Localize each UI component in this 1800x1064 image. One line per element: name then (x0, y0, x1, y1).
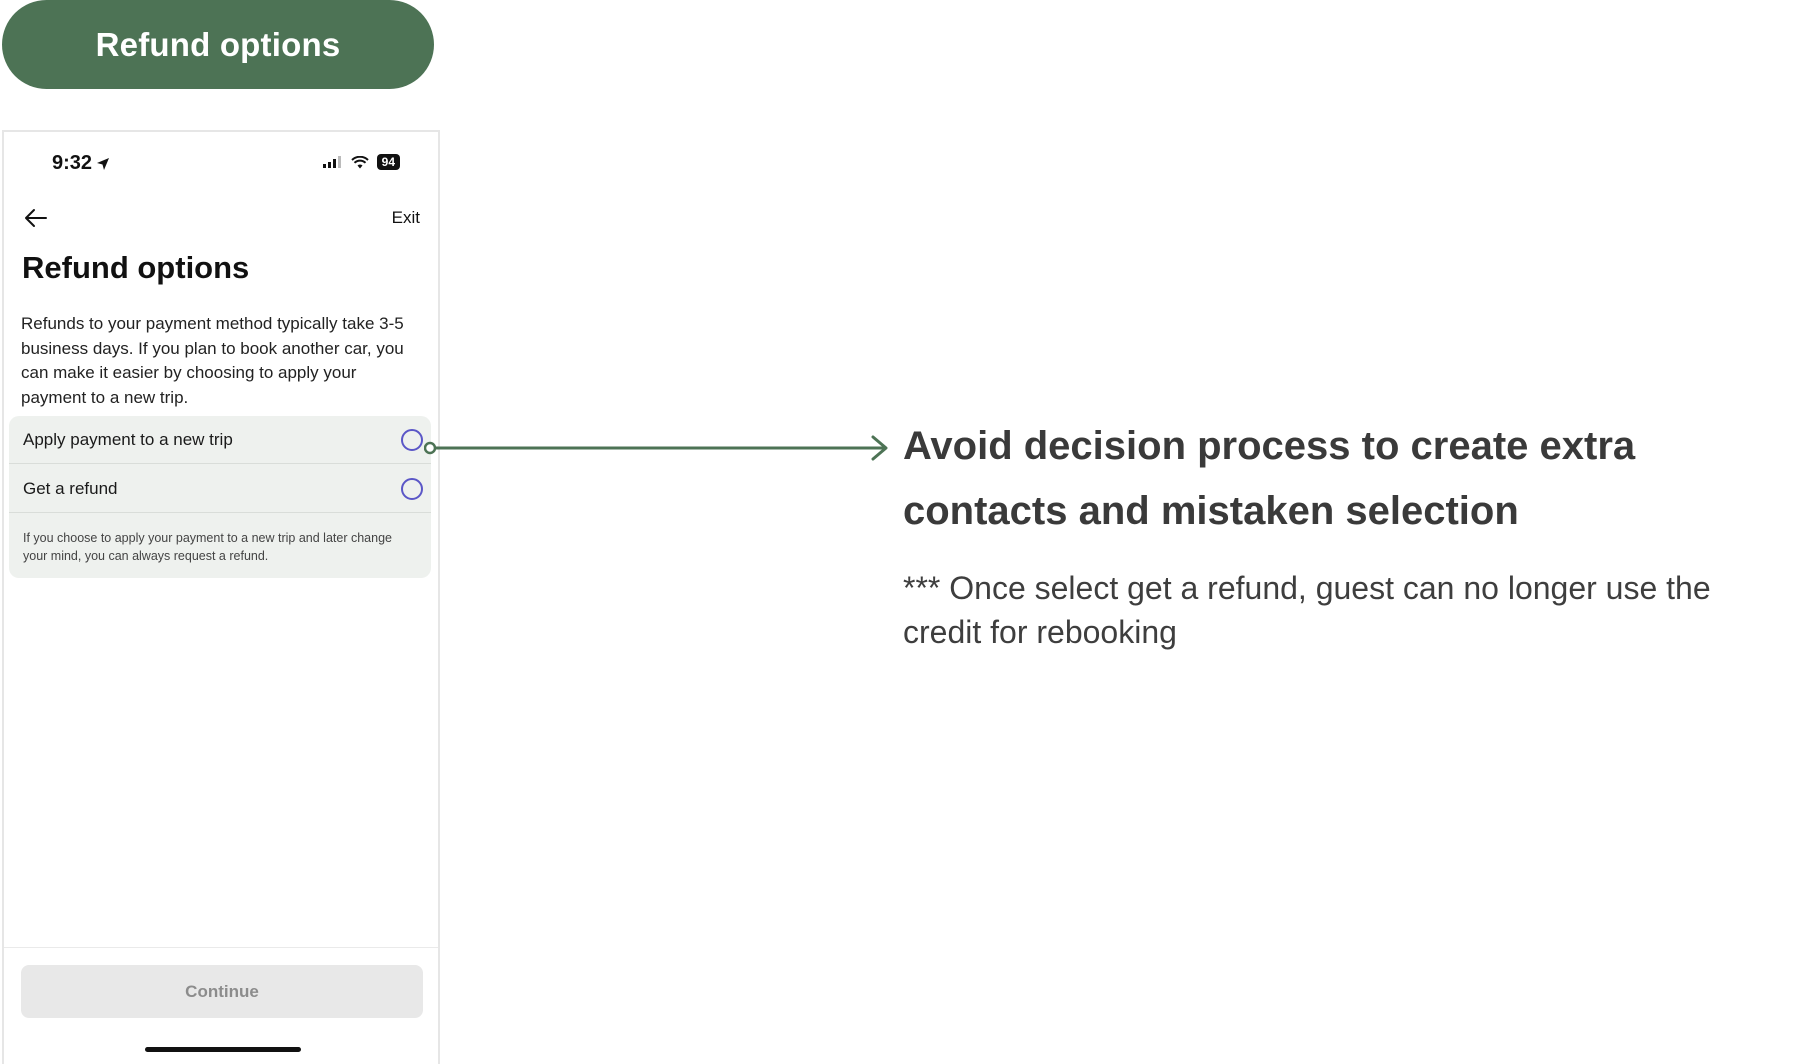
location-arrow-icon (97, 157, 110, 170)
arrow-left-icon (25, 209, 47, 227)
option-apply-to-new-trip[interactable]: Apply payment to a new trip (9, 416, 431, 464)
option-label: Apply payment to a new trip (23, 429, 233, 449)
battery-indicator: 94 (376, 154, 400, 170)
status-time: 9:32 (52, 152, 110, 175)
phone-screen: 9:32 94 Exit Refund options Refunds to y… (2, 130, 440, 1064)
option-get-refund[interactable]: Get a refund (9, 465, 431, 513)
section-pill-label: Refund options (95, 25, 341, 63)
radio-button[interactable] (401, 429, 423, 451)
refund-description: Refunds to your payment method typically… (21, 314, 404, 407)
home-indicator (145, 1047, 301, 1052)
footer-divider (4, 947, 438, 948)
cellular-signal-icon (322, 156, 341, 168)
radio-button[interactable] (401, 478, 423, 500)
connector-arrow (424, 435, 888, 461)
exit-link[interactable]: Exit (392, 208, 420, 228)
callout-note: *** Once select get a refund, guest can … (903, 570, 1711, 650)
refund-options-group: Apply payment to a new trip Get a refund… (9, 416, 431, 578)
status-icons: 94 (322, 154, 400, 170)
option-label: Get a refund (23, 478, 118, 498)
wifi-icon (350, 155, 369, 168)
status-bar: 9:32 94 (4, 132, 438, 188)
status-time-label: 9:32 (52, 152, 93, 174)
back-button[interactable] (20, 202, 52, 234)
canvas: Refund options 9:32 94 Exit Refund optio… (0, 0, 1800, 1064)
nav-bar: Exit (4, 198, 438, 238)
options-helper-text: If you choose to apply your payment to a… (23, 531, 392, 563)
continue-button[interactable]: Continue (21, 965, 423, 1018)
callout-heading: Avoid decision process to create extra c… (903, 424, 1636, 533)
section-pill: Refund options (2, 0, 434, 89)
page-title: Refund options (22, 250, 250, 285)
